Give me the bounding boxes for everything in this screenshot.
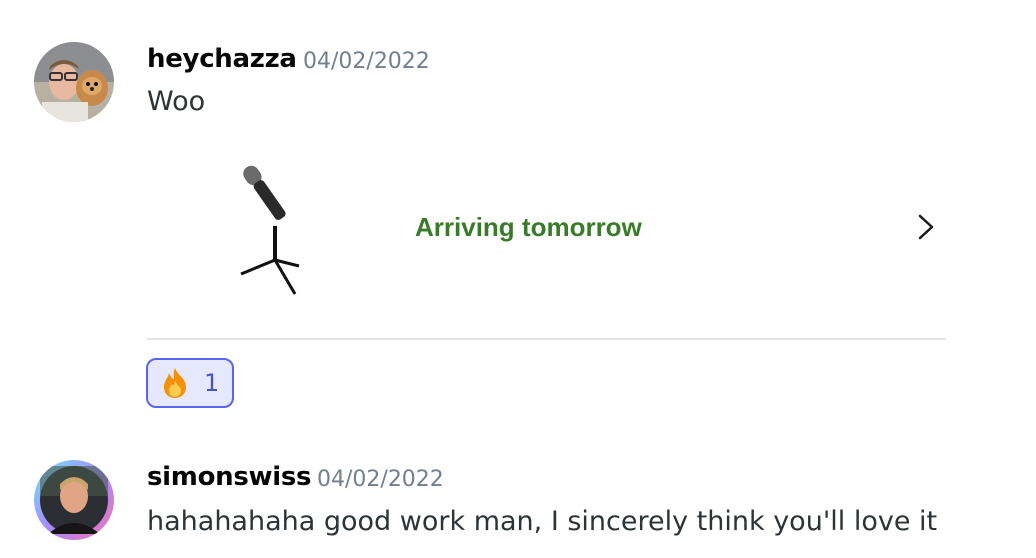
chevron-right-icon[interactable] xyxy=(914,212,938,242)
username[interactable]: simonswiss xyxy=(147,462,312,492)
reaction-button[interactable]: 1 xyxy=(146,358,234,408)
user-avatar-with-dog-icon xyxy=(34,42,114,122)
timestamp[interactable]: 04/02/2022 xyxy=(317,467,444,492)
username[interactable]: heychazza xyxy=(147,44,297,74)
microphone-on-stand-icon xyxy=(240,165,300,295)
delivery-status: Arriving tomorrow xyxy=(415,212,642,242)
message-text: hahahahaha good work man, I sincerely th… xyxy=(147,506,938,537)
timestamp[interactable]: 04/02/2022 xyxy=(303,49,430,74)
avatar[interactable] xyxy=(34,460,114,540)
divider xyxy=(147,338,946,340)
reaction-count: 1 xyxy=(204,369,220,397)
message-text: Woo xyxy=(147,86,206,117)
avatar[interactable] xyxy=(34,42,114,122)
fire-icon xyxy=(164,368,186,398)
user-avatar-gradient-ring-icon xyxy=(40,466,108,534)
